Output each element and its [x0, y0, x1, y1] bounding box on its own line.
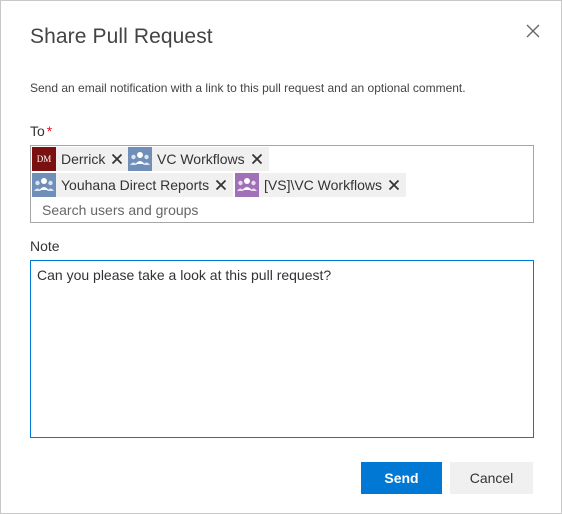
cancel-button[interactable]: Cancel	[450, 462, 533, 494]
remove-icon[interactable]	[215, 179, 227, 191]
dialog-title: Share Pull Request	[30, 25, 213, 48]
note-textarea[interactable]: Can you please take a look at this pull …	[30, 260, 534, 438]
recipient-name: Derrick	[61, 151, 106, 167]
note-field-label: Note	[30, 238, 60, 254]
recipient-chip: [VS]\VC Workflows	[235, 173, 406, 197]
remove-icon[interactable]	[111, 153, 123, 165]
group-icon	[235, 173, 259, 197]
recipient-name: VC Workflows	[157, 151, 245, 167]
remove-icon[interactable]	[251, 153, 263, 165]
group-icon	[32, 173, 56, 197]
share-pull-request-dialog: Share Pull Request Send an email notific…	[0, 0, 562, 514]
avatar: DM	[32, 147, 56, 171]
recipient-name: Youhana Direct Reports	[61, 177, 210, 193]
search-input[interactable]	[42, 201, 512, 219]
to-field-label: To *	[30, 123, 52, 139]
recipient-chip: VC Workflows	[128, 147, 269, 171]
to-label-text: To	[30, 123, 45, 139]
dialog-description: Send an email notification with a link t…	[30, 81, 466, 95]
group-icon	[128, 147, 152, 171]
required-marker: *	[46, 123, 53, 139]
recipient-chip: Youhana Direct Reports	[32, 173, 234, 197]
remove-icon[interactable]	[388, 179, 400, 191]
recipient-name: [VS]\VC Workflows	[264, 177, 382, 193]
recipients-picker[interactable]: DM Derrick VC Workflows Youhana Direct R…	[30, 145, 534, 223]
recipient-chip: DM Derrick	[32, 147, 130, 171]
send-button[interactable]: Send	[361, 462, 442, 494]
close-icon[interactable]	[523, 21, 543, 41]
